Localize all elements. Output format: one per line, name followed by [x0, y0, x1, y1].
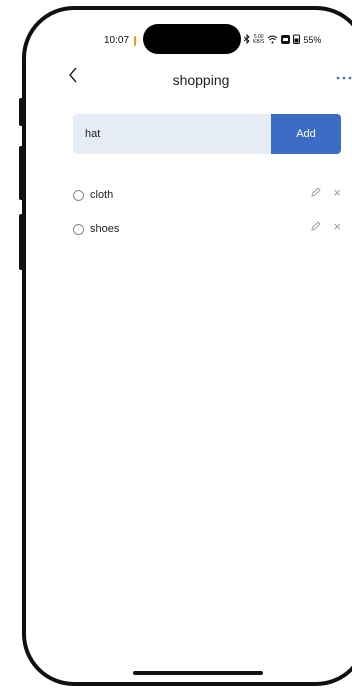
battery-icon — [293, 34, 301, 46]
net-speed: 5.00 KB/S — [253, 35, 264, 45]
nav-bar: shopping — [50, 62, 352, 92]
list-item[interactable]: shoes × — [73, 212, 343, 246]
checkbox-circle[interactable] — [73, 223, 84, 235]
wifi-icon — [267, 35, 278, 46]
more-button[interactable] — [336, 68, 352, 86]
bluetooth-icon — [243, 33, 250, 46]
page-title: shopping — [172, 72, 230, 88]
edit-icon[interactable] — [311, 221, 321, 234]
battery-percent: 55% — [303, 35, 322, 45]
net-speed-unit: KB/S — [253, 39, 265, 45]
data-saver-icon — [281, 34, 291, 46]
checkbox-circle[interactable] — [73, 189, 84, 201]
edit-icon[interactable] — [311, 187, 321, 200]
more-dots-icon — [336, 76, 352, 80]
add-item-row: Add — [73, 114, 341, 154]
list-item[interactable]: cloth × — [73, 178, 343, 212]
item-list: cloth × shoes × — [73, 178, 343, 246]
privacy-indicator — [134, 36, 136, 46]
delete-icon[interactable]: × — [333, 186, 341, 199]
status-bar: 10:07 5.00 KB/S 55% — [0, 32, 352, 50]
add-button[interactable]: Add — [271, 114, 341, 154]
home-indicator[interactable] — [133, 671, 263, 675]
phone-frame — [22, 6, 352, 686]
item-label: shoes — [90, 223, 120, 235]
status-time: 10:07 — [104, 35, 130, 46]
status-icons: 5.00 KB/S 55% — [243, 33, 322, 46]
delete-icon[interactable]: × — [333, 220, 341, 233]
item-label: cloth — [90, 189, 114, 201]
item-input[interactable] — [73, 114, 271, 154]
